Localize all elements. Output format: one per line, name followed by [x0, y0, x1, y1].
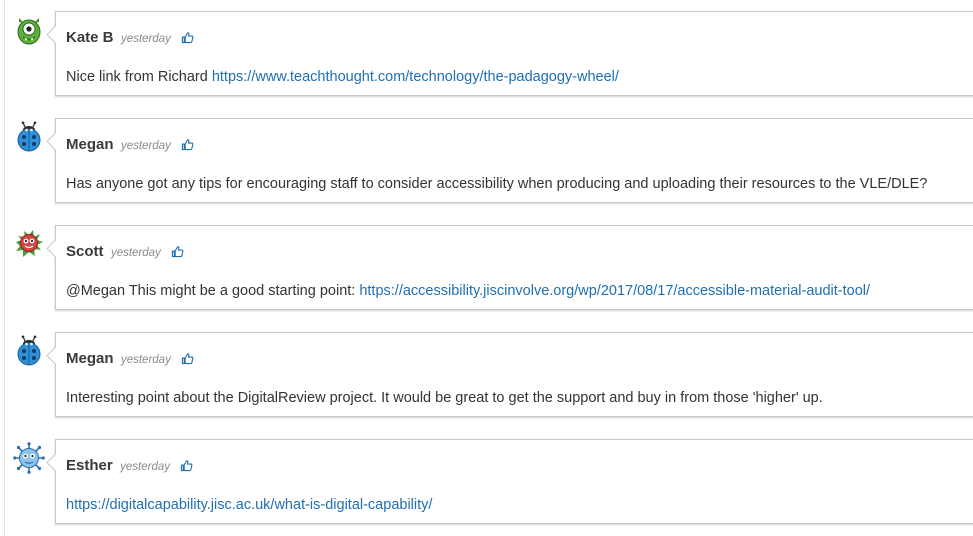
comment-timestamp: yesterday: [120, 461, 170, 473]
comment-link[interactable]: https://accessibility.jiscinvolve.org/wp…: [359, 283, 870, 299]
comment-timestamp: yesterday: [120, 140, 171, 152]
comment-body: Interesting point about the DigitalRevie…: [66, 390, 823, 406]
comment-author[interactable]: Scott: [66, 243, 104, 260]
green-monster-icon[interactable]: [13, 14, 45, 46]
comment-author[interactable]: Megan: [66, 136, 114, 153]
comment-item: Megan yesterday Has anyone got any tips …: [0, 118, 973, 204]
comment-item: Megan yesterday Interesting point about …: [0, 332, 973, 418]
blue-virus-monster-icon[interactable]: [13, 442, 45, 474]
thumbs-up-icon[interactable]: [181, 31, 194, 44]
comment-card: Megan yesterday Interesting point about …: [55, 332, 973, 417]
comment-card: Kate B yesterday Nice link from Richard …: [55, 11, 973, 96]
comment-text: Nice link from Richard: [66, 69, 212, 85]
comment-item: Kate B yesterday Nice link from Richard …: [0, 11, 973, 97]
comment-body: https://digitalcapability.jisc.ac.uk/wha…: [66, 497, 432, 513]
comment-body: Has anyone got any tips for encouraging …: [66, 176, 927, 192]
thumbs-up-icon[interactable]: [171, 245, 184, 258]
blue-ladybug-icon[interactable]: [13, 121, 45, 153]
blue-ladybug-icon[interactable]: [13, 335, 45, 367]
thumbs-up-icon[interactable]: [181, 138, 194, 151]
comment-item: Esther yesterday https://digitalcapabili…: [0, 439, 973, 525]
comment-author[interactable]: Esther: [66, 457, 113, 474]
comment-timestamp: yesterday: [120, 33, 171, 45]
comment-card: Megan yesterday Has anyone got any tips …: [55, 118, 973, 203]
comment-author[interactable]: Kate B: [66, 29, 114, 46]
comment-timestamp: yesterday: [120, 354, 171, 366]
red-blob-monster-icon[interactable]: [13, 228, 45, 260]
comment-body: Nice link from Richard https://www.teach…: [66, 69, 619, 85]
comment-text: Has anyone got any tips for encouraging …: [66, 176, 928, 192]
comment-text: Interesting point about the DigitalRevie…: [66, 390, 823, 406]
comment-author[interactable]: Megan: [66, 350, 114, 367]
comment-text: @Megan This might be a good starting poi…: [66, 283, 360, 299]
thumbs-up-icon[interactable]: [181, 352, 194, 365]
comment-item: Scott yesterday @Megan This might be a g…: [0, 225, 973, 311]
comment-card: Scott yesterday @Megan This might be a g…: [55, 225, 973, 310]
comment-card: Esther yesterday https://digitalcapabili…: [55, 439, 973, 524]
comment-timestamp: yesterday: [110, 247, 161, 259]
thumbs-up-icon[interactable]: [180, 459, 193, 472]
comment-link[interactable]: https://digitalcapability.jisc.ac.uk/wha…: [66, 497, 432, 513]
comment-link[interactable]: https://www.teachthought.com/technology/…: [212, 69, 619, 85]
comment-body: @Megan This might be a good starting poi…: [66, 283, 870, 299]
